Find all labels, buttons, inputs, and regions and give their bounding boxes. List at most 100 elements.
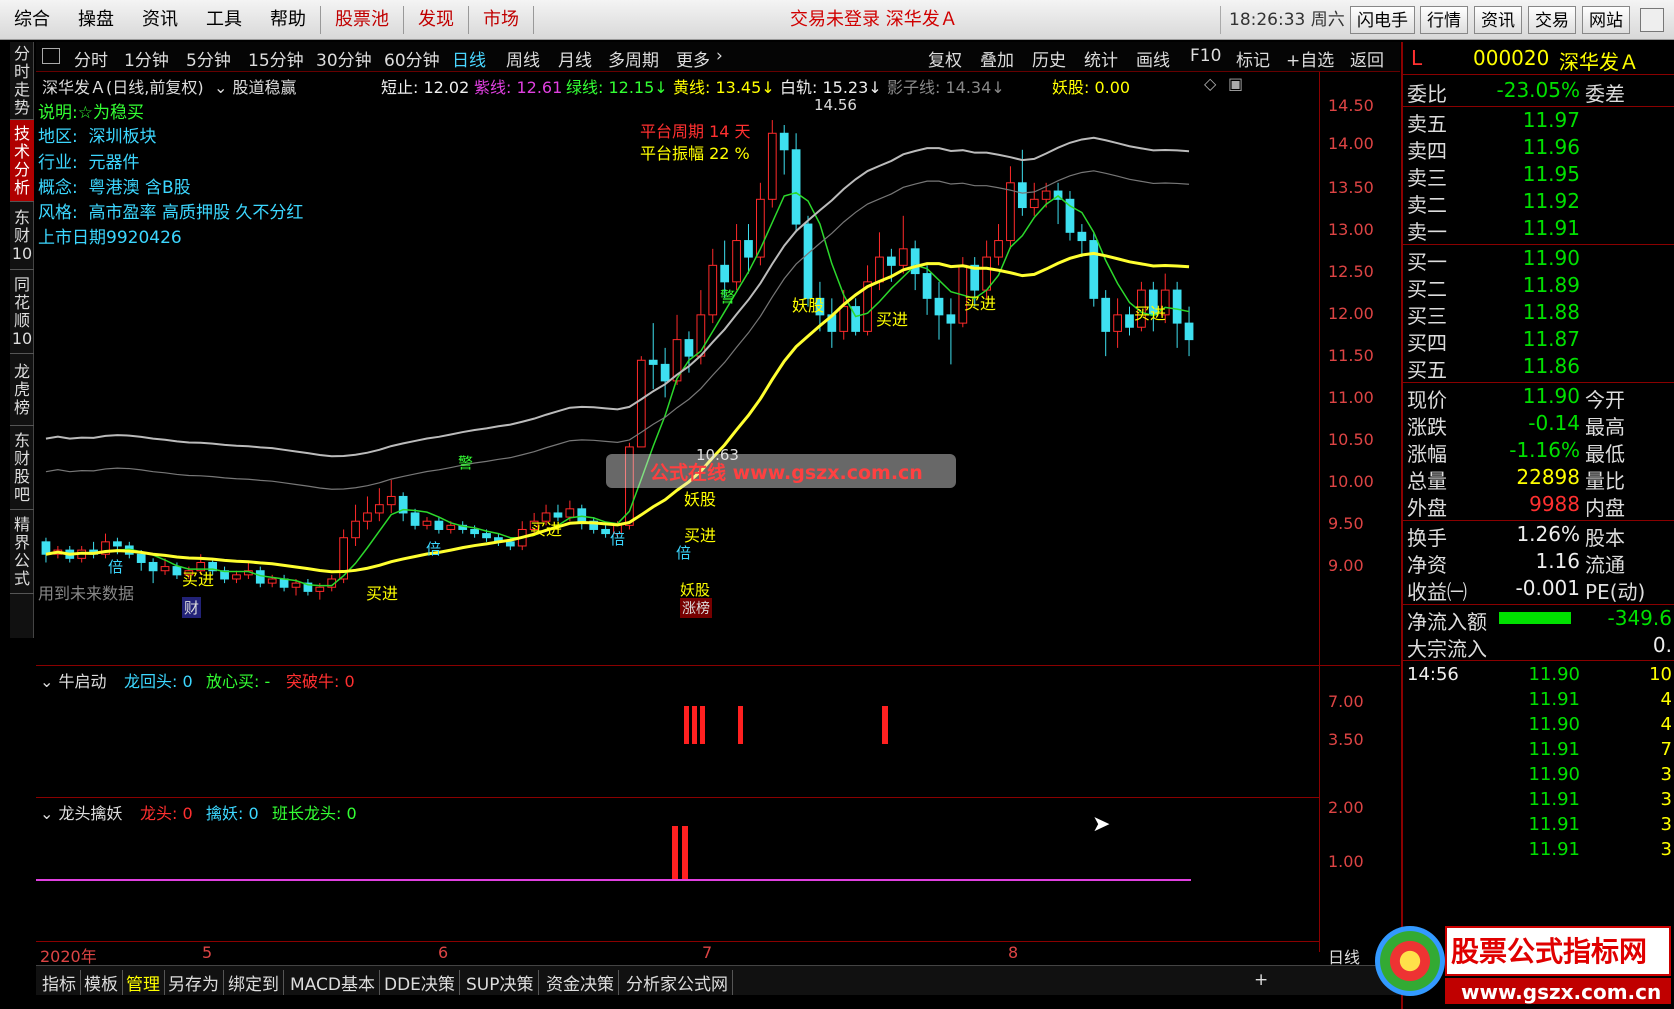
btab-bind-to[interactable]: 绑定到 [224, 970, 284, 995]
menu-zonghe[interactable]: 综合 [0, 0, 64, 40]
menu-help[interactable]: 帮助 [256, 0, 320, 40]
btab-capital[interactable]: 资金决策 [542, 970, 619, 995]
tool-f10[interactable]: F10 [1190, 46, 1221, 66]
period-5min[interactable]: 5分钟 [186, 46, 231, 71]
menu-market[interactable]: 市场 [469, 0, 533, 40]
candle [398, 492, 408, 522]
tab-intraday[interactable]: 分时走势 [10, 42, 34, 120]
candle-body [1184, 322, 1194, 341]
tab-technical[interactable]: 技术分析 [10, 120, 34, 202]
stat-label2: 量比 [1585, 469, 1625, 493]
finance-badge: 财 [182, 597, 202, 618]
btab-indicator[interactable]: 指标 [38, 970, 81, 995]
separator [1403, 74, 1674, 75]
menu-stock-pool[interactable]: 股票池 [321, 0, 403, 40]
candle [101, 533, 110, 559]
sell3-row: 卖三 11.95 [1403, 162, 1674, 190]
menu-tools[interactable]: 工具 [192, 0, 256, 40]
menu-discover[interactable]: 发现 [404, 0, 468, 40]
tool-stats[interactable]: 统计 [1084, 46, 1118, 71]
website-button[interactable]: 网站 [1582, 6, 1630, 34]
candle [458, 521, 468, 534]
btab-template[interactable]: 模板 [80, 970, 123, 995]
buy2-price: 11.89 [1522, 273, 1580, 297]
flash-trade-button[interactable]: 闪电手 [1350, 6, 1415, 34]
candle [89, 541, 98, 559]
period-1min[interactable]: 1分钟 [124, 46, 169, 71]
candle-body [684, 339, 694, 357]
x-tick: 5 [202, 943, 213, 962]
ind1-title[interactable]: ⌄ 牛启动 [40, 668, 107, 692]
platform-range: 平台振幅 22 % [640, 144, 750, 163]
peak-price-label: 14.56 [814, 96, 857, 114]
concept-label: 概念: [38, 178, 78, 198]
maximize-icon[interactable]: ▣ [1228, 74, 1243, 93]
btab-sup[interactable]: SUP决策 [462, 970, 539, 995]
tab-dongcai10[interactable]: 东财10 [10, 202, 34, 270]
y-tick: 7.00 [1328, 692, 1364, 711]
y-tick: 13.00 [1328, 220, 1374, 239]
formula-selector[interactable]: ⌄ 股道稳赢 [214, 74, 297, 98]
tool-back[interactable]: 返回 [1350, 46, 1384, 71]
sell1-label: 卖一 [1407, 220, 1447, 244]
candle [1089, 232, 1099, 307]
candle-body [148, 561, 158, 572]
menu-zixun[interactable]: 资讯 [128, 0, 192, 40]
buy5-price: 11.86 [1522, 354, 1580, 378]
btab-macd[interactable]: MACD基本 [286, 970, 380, 995]
main-kline-chart[interactable]: 深华发Ａ(日线,前复权) ⌄ 股道稳赢 短止: 12.02 紫线: 12.61 … [36, 72, 1400, 666]
tool-draw[interactable]: 画线 [1136, 46, 1170, 71]
tool-add-watch[interactable]: +自选 [1286, 46, 1334, 71]
sell2-label: 卖二 [1407, 193, 1447, 217]
sell5-row: 卖五 11.97 [1403, 108, 1674, 136]
panel-toggle-icon[interactable] [42, 48, 60, 64]
tab-guba[interactable]: 东财股吧 [10, 426, 34, 510]
candle [732, 224, 741, 291]
tool-overlay[interactable]: 叠加 [980, 46, 1014, 71]
buy1-row: 买一 11.90 [1403, 246, 1674, 274]
period-monthly[interactable]: 月线 [558, 46, 592, 71]
news-button[interactable]: 资讯 [1474, 6, 1522, 34]
candle [1029, 182, 1039, 216]
period-multi[interactable]: 多周期 [608, 46, 659, 71]
btab-dde[interactable]: DDE决策 [380, 970, 460, 995]
ind2-title[interactable]: ⌄ 龙头擒妖 [40, 800, 123, 824]
tick-row: 11.91 3 [1403, 814, 1674, 842]
future-data-note: 用到未来数据 [38, 584, 135, 603]
period-15min[interactable]: 15分钟 [248, 46, 304, 71]
sell2-row: 卖二 11.92 [1403, 189, 1674, 217]
tab-ths10[interactable]: 同花顺10 [10, 270, 34, 354]
separator [1403, 660, 1674, 661]
candle-body [1017, 182, 1027, 209]
chevron-right-icon[interactable]: › [716, 46, 723, 66]
candle-body [1172, 289, 1182, 324]
add-tab-button[interactable]: + [1250, 970, 1272, 990]
ind1-bar [692, 706, 697, 744]
ind2-name: 龙头擒妖 [58, 804, 123, 823]
tool-fuquan[interactable]: 复权 [928, 46, 962, 71]
tab-formula[interactable]: 精界公式 [10, 510, 34, 594]
btab-save-as[interactable]: 另存为 [164, 970, 224, 995]
tool-history[interactable]: 历史 [1032, 46, 1066, 71]
quotes-button[interactable]: 行情 [1420, 6, 1468, 34]
double-badge-2: 倍 [426, 540, 442, 558]
period-more[interactable]: 更多 [676, 46, 710, 71]
btab-fxj[interactable]: 分析家公式网 [622, 970, 733, 995]
period-60min[interactable]: 60分钟 [384, 46, 440, 71]
period-fenshi[interactable]: 分时 [74, 46, 108, 71]
tick-price: 11.91 [1528, 789, 1580, 810]
tool-mark[interactable]: 标记 [1236, 46, 1270, 71]
period-30min[interactable]: 30分钟 [316, 46, 372, 71]
tab-dragon-tiger[interactable]: 龙虎榜 [10, 354, 34, 426]
period-weekly[interactable]: 周线 [506, 46, 540, 71]
menu-caopan[interactable]: 操盘 [64, 0, 128, 40]
indicator-panel-bull-start[interactable]: ⌄ 牛启动 龙回头: 0 放心买: - 突破牛: 0 [36, 666, 1319, 798]
candle [41, 537, 51, 563]
trade-button[interactable]: 交易 [1528, 6, 1576, 34]
diamond-icon[interactable]: ◇ [1204, 74, 1216, 93]
window-close-icon[interactable] [1640, 8, 1664, 32]
buy2-label: 买二 [1407, 277, 1447, 301]
indicator-panel-dragon-head[interactable]: ⌄ 龙头擒妖 龙头: 0 擒妖: 0 班长龙头: 0 ➤ [36, 798, 1319, 941]
btab-manage[interactable]: 管理 [122, 970, 165, 995]
period-daily[interactable]: 日线 [452, 46, 486, 71]
